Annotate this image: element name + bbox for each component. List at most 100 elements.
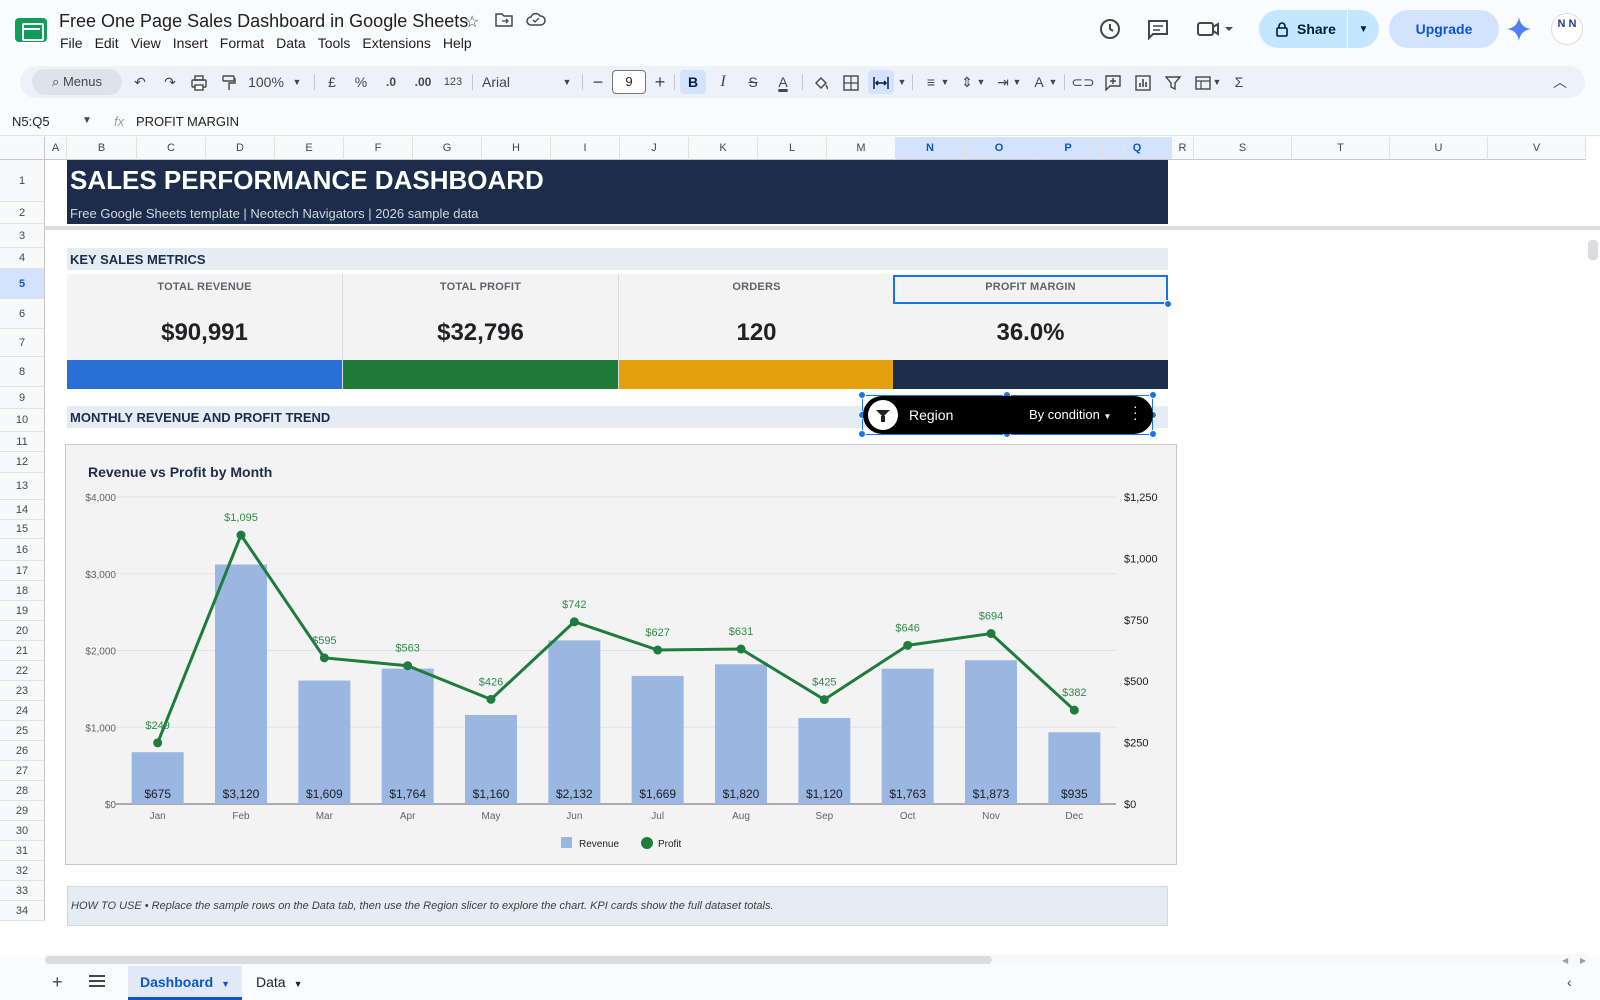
row-header-10[interactable]: 10 bbox=[0, 409, 45, 432]
name-box[interactable]: N5:Q5 bbox=[12, 114, 50, 129]
row-header-25[interactable]: 25 bbox=[0, 721, 45, 741]
row-header-11[interactable]: 11 bbox=[0, 432, 45, 452]
filter-views-caret-icon[interactable]: ▼ bbox=[1212, 66, 1222, 98]
vertical-scroll-thumb[interactable] bbox=[1588, 240, 1598, 260]
cloud-status-icon[interactable] bbox=[526, 12, 546, 31]
scroll-right-arrow-icon[interactable]: ▶ bbox=[1580, 956, 1586, 965]
column-header-e[interactable]: E bbox=[275, 137, 344, 160]
region-slicer[interactable]: Region By condition ▼ · · · bbox=[863, 396, 1153, 434]
kpi-card-orders[interactable]: ORDERS 120 bbox=[619, 274, 895, 389]
row-header-9[interactable]: 9 bbox=[0, 387, 45, 409]
column-header-c[interactable]: C bbox=[137, 137, 206, 160]
insert-link-icon[interactable]: ⊂⊃ bbox=[1070, 66, 1096, 98]
row-header-18[interactable]: 18 bbox=[0, 581, 45, 601]
horizontal-scroll-thumb[interactable] bbox=[45, 956, 992, 964]
row-header-34[interactable]: 34 bbox=[0, 901, 45, 921]
increase-font-size-icon[interactable]: + bbox=[650, 66, 670, 98]
row-header-1[interactable]: 1 bbox=[0, 160, 45, 202]
row-header-24[interactable]: 24 bbox=[0, 701, 45, 721]
row-header-30[interactable]: 30 bbox=[0, 821, 45, 841]
slicer-resize-handle[interactable] bbox=[858, 430, 866, 438]
column-header-o[interactable]: O bbox=[965, 137, 1034, 160]
share-dropdown-caret-icon[interactable]: ▼ bbox=[1347, 10, 1379, 48]
halign-caret-icon[interactable]: ▼ bbox=[940, 66, 950, 98]
row-header-26[interactable]: 26 bbox=[0, 741, 45, 761]
insert-comment-icon[interactable] bbox=[1100, 66, 1126, 98]
row-header-28[interactable]: 28 bbox=[0, 781, 45, 801]
zoom-caret-icon[interactable]: ▼ bbox=[290, 66, 304, 98]
comments-icon[interactable] bbox=[1146, 17, 1170, 47]
column-header-i[interactable]: I bbox=[551, 137, 620, 160]
borders-icon[interactable] bbox=[838, 66, 864, 98]
currency-format-button[interactable]: £ bbox=[322, 66, 342, 98]
column-header-m[interactable]: M bbox=[827, 137, 896, 160]
formula-input[interactable]: PROFIT MARGIN bbox=[136, 114, 239, 129]
row-header-8[interactable]: 8 bbox=[0, 357, 45, 387]
italic-button[interactable]: I bbox=[710, 66, 736, 98]
row-header-33[interactable]: 33 bbox=[0, 881, 45, 901]
row-header-20[interactable]: 20 bbox=[0, 621, 45, 641]
merge-cells-icon[interactable] bbox=[868, 70, 894, 94]
meet-video-icon[interactable] bbox=[1196, 17, 1236, 47]
star-icon[interactable]: ☆ bbox=[465, 12, 479, 32]
row-header-22[interactable]: 22 bbox=[0, 661, 45, 681]
row-header-27[interactable]: 27 bbox=[0, 761, 45, 781]
scroll-left-arrow-icon[interactable]: ◀ bbox=[1562, 956, 1568, 965]
menu-insert[interactable]: Insert bbox=[173, 35, 214, 51]
bold-button[interactable]: B bbox=[680, 70, 706, 94]
redo-icon[interactable]: ↷ bbox=[158, 66, 182, 98]
functions-icon[interactable]: Σ bbox=[1226, 66, 1252, 98]
text-color-button[interactable]: A bbox=[770, 66, 796, 98]
menu-extensions[interactable]: Extensions bbox=[362, 35, 436, 51]
valign-caret-icon[interactable]: ▼ bbox=[976, 66, 986, 98]
zoom-select[interactable]: 100% bbox=[246, 66, 286, 98]
column-header-d[interactable]: D bbox=[206, 137, 275, 160]
slicer-resize-handle[interactable] bbox=[1149, 391, 1157, 399]
kpi-card-revenue[interactable]: TOTAL REVENUE $90,991 bbox=[67, 274, 343, 389]
paint-format-icon[interactable] bbox=[216, 66, 242, 98]
row-header-19[interactable]: 19 bbox=[0, 601, 45, 621]
row-header-16[interactable]: 16 bbox=[0, 539, 45, 561]
row-header-12[interactable]: 12 bbox=[0, 452, 45, 473]
chart-container[interactable]: Revenue vs Profit by Month $0 $1,000 $2,000… bbox=[65, 444, 1177, 865]
menu-help[interactable]: Help bbox=[443, 35, 478, 51]
sheet-tab-data[interactable]: Data ▼ bbox=[244, 966, 316, 1000]
fill-color-icon[interactable] bbox=[808, 66, 834, 98]
menu-format[interactable]: Format bbox=[220, 35, 270, 51]
column-header-h[interactable]: H bbox=[482, 137, 551, 160]
font-caret-icon[interactable]: ▼ bbox=[560, 66, 574, 98]
sheet-tab-dashboard[interactable]: Dashboard ▼ bbox=[128, 966, 242, 1000]
column-header-t[interactable]: T bbox=[1292, 137, 1390, 160]
column-header-n[interactable]: N bbox=[896, 137, 965, 160]
rotation-caret-icon[interactable]: ▼ bbox=[1048, 66, 1058, 98]
row-header-21[interactable]: 21 bbox=[0, 641, 45, 661]
chevron-down-icon[interactable]: ▼ bbox=[221, 979, 230, 989]
avatar[interactable]: N N bbox=[1551, 13, 1583, 45]
sheets-logo-icon[interactable] bbox=[15, 18, 47, 42]
menu-file[interactable]: File bbox=[60, 35, 89, 51]
row-header-2[interactable]: 2 bbox=[0, 202, 45, 224]
column-header-f[interactable]: F bbox=[344, 137, 413, 160]
decrease-font-size-icon[interactable]: − bbox=[588, 66, 608, 98]
menu-tools[interactable]: Tools bbox=[318, 35, 357, 51]
document-title[interactable]: Free One Page Sales Dashboard in Google … bbox=[59, 11, 468, 32]
revenue-profit-chart[interactable]: Revenue vs Profit by Month $0 $1,000 $2,000… bbox=[66, 445, 1178, 866]
strikethrough-button[interactable]: S bbox=[740, 66, 766, 98]
all-sheets-icon[interactable] bbox=[89, 975, 105, 989]
row-header-32[interactable]: 32 bbox=[0, 861, 45, 881]
share-main[interactable]: Share bbox=[1259, 10, 1347, 48]
column-header-s[interactable]: S bbox=[1194, 137, 1292, 160]
filter-icon[interactable] bbox=[1160, 66, 1186, 98]
column-header-l[interactable]: L bbox=[758, 137, 827, 160]
column-header-u[interactable]: U bbox=[1390, 137, 1488, 160]
collapse-toolbar-icon[interactable]: ︿ bbox=[1548, 66, 1572, 98]
wrap-caret-icon[interactable]: ▼ bbox=[1012, 66, 1022, 98]
menu-data[interactable]: Data bbox=[276, 35, 312, 51]
column-header-k[interactable]: K bbox=[689, 137, 758, 160]
decrease-decimal-button[interactable]: .0 bbox=[378, 66, 404, 98]
selection-range[interactable] bbox=[893, 275, 1168, 304]
column-header-b[interactable]: B bbox=[67, 137, 137, 160]
column-header-a[interactable]: A bbox=[45, 137, 67, 160]
merge-caret-icon[interactable]: ▼ bbox=[896, 66, 908, 98]
menu-view[interactable]: View bbox=[131, 35, 167, 51]
